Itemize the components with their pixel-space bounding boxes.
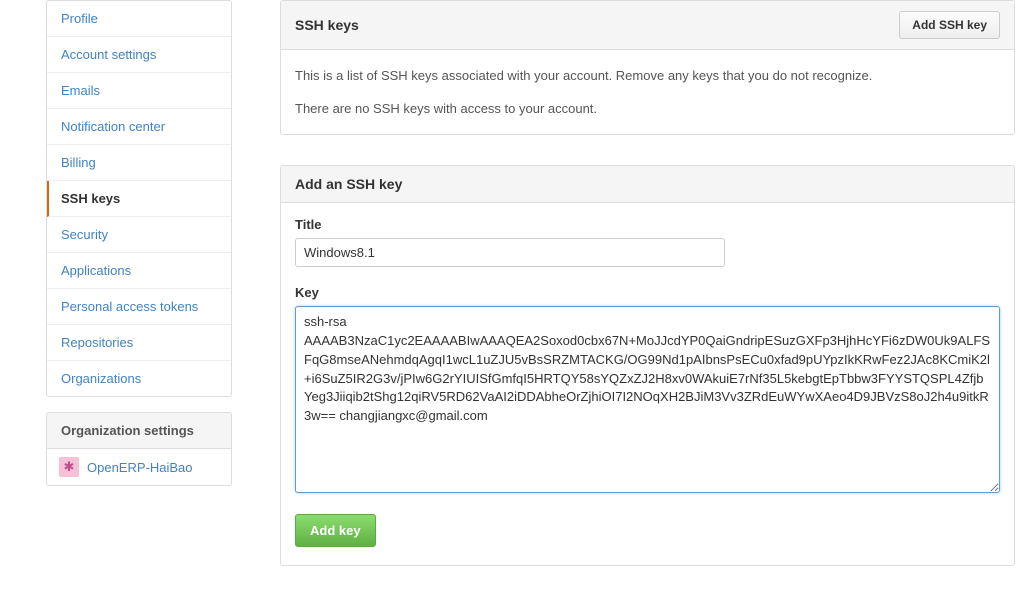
ssh-panel-title: SSH keys: [295, 17, 359, 33]
add-ssh-panel-title: Add an SSH key: [295, 176, 402, 192]
ssh-panel-description: This is a list of SSH keys associated wi…: [295, 68, 1000, 83]
settings-nav: Profile Account settings Emails Notifica…: [46, 0, 232, 397]
ssh-panel-empty-message: There are no SSH keys with access to you…: [295, 101, 1000, 116]
nav-ssh-keys[interactable]: SSH keys: [47, 181, 231, 217]
nav-account-settings[interactable]: Account settings: [47, 37, 231, 73]
org-settings-nav: Organization settings ✱ OpenERP-HaiBao: [46, 412, 232, 486]
nav-organizations[interactable]: Organizations: [47, 361, 231, 396]
nav-personal-access-tokens[interactable]: Personal access tokens: [47, 289, 231, 325]
ssh-keys-panel: SSH keys Add SSH key This is a list of S…: [280, 0, 1015, 135]
add-ssh-key-button[interactable]: Add SSH key: [899, 11, 1000, 39]
add-ssh-key-panel: Add an SSH key Title Key Add key: [280, 165, 1015, 566]
key-textarea[interactable]: [295, 306, 1000, 493]
key-label: Key: [295, 285, 1000, 300]
org-item-openerp-haibao[interactable]: ✱ OpenERP-HaiBao: [47, 449, 231, 485]
title-label: Title: [295, 217, 1000, 232]
nav-repositories[interactable]: Repositories: [47, 325, 231, 361]
nav-notification-center[interactable]: Notification center: [47, 109, 231, 145]
nav-profile[interactable]: Profile: [47, 1, 231, 37]
add-key-button[interactable]: Add key: [295, 514, 376, 547]
org-item-label: OpenERP-HaiBao: [87, 460, 193, 475]
nav-emails[interactable]: Emails: [47, 73, 231, 109]
nav-billing[interactable]: Billing: [47, 145, 231, 181]
nav-applications[interactable]: Applications: [47, 253, 231, 289]
org-avatar-icon: ✱: [59, 457, 79, 477]
org-settings-header: Organization settings: [47, 413, 231, 449]
nav-security[interactable]: Security: [47, 217, 231, 253]
title-input[interactable]: [295, 238, 725, 267]
